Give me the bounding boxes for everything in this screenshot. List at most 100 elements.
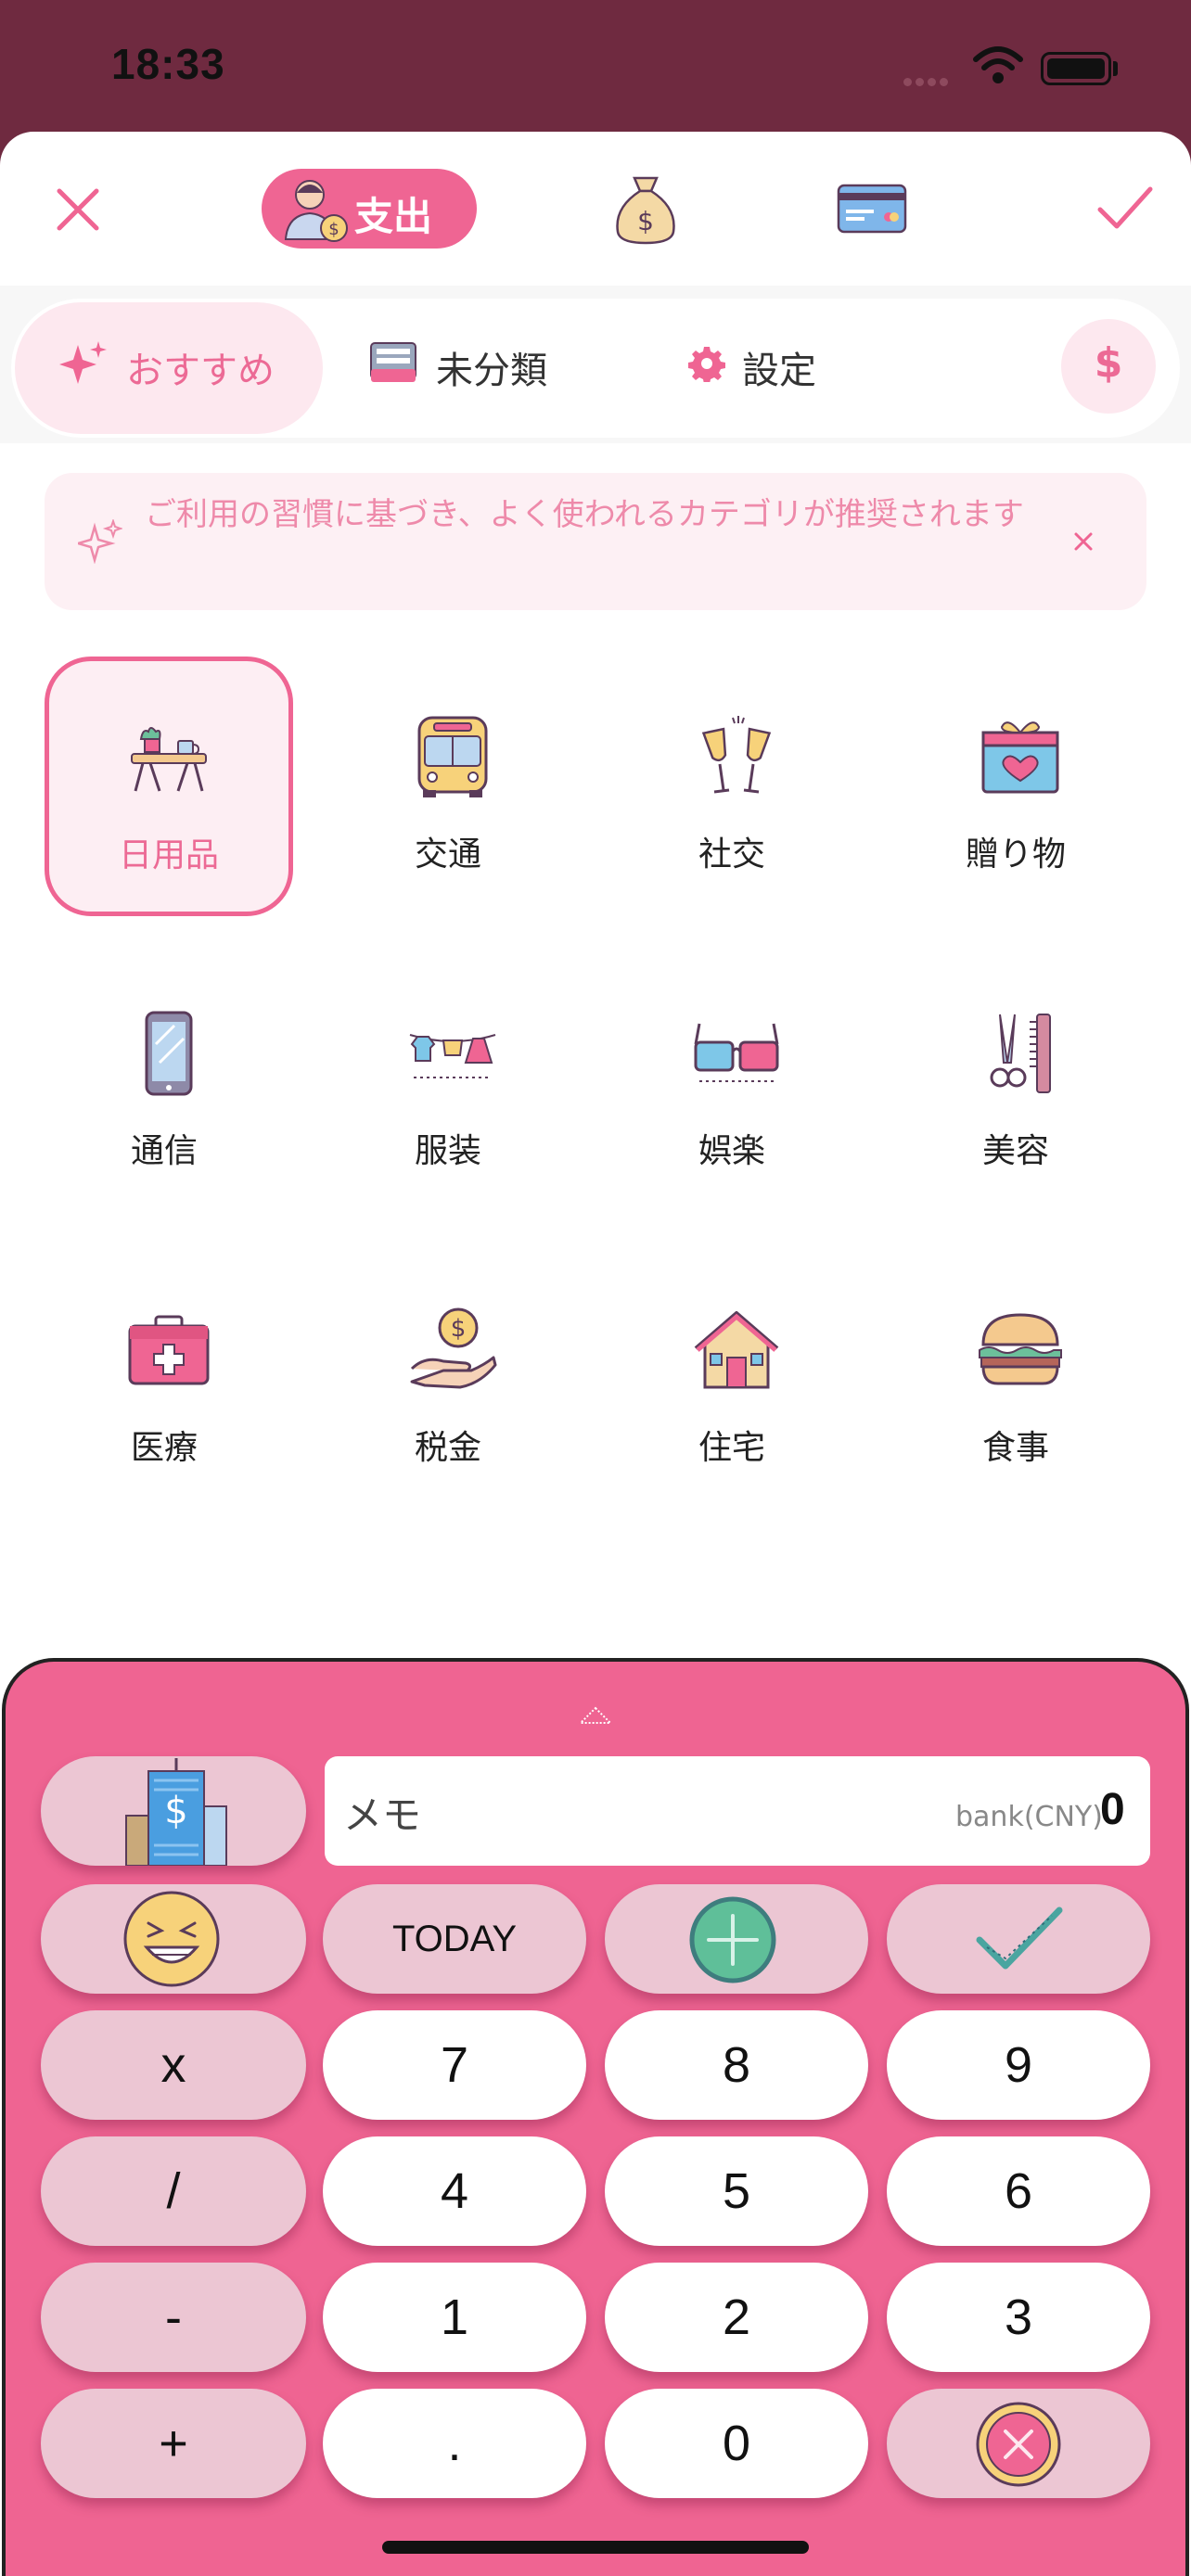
account-button[interactable]: $ [41,1756,306,1866]
chip-uncategorized-label[interactable]: 未分類 [436,340,547,394]
laughing-face-icon [123,1891,220,1987]
key-label: 9 [1004,2037,1033,2093]
svg-text:$: $ [451,1315,467,1343]
plus-key[interactable]: + [41,2389,306,2498]
category-label: 税金 [414,1429,481,1467]
category-beauty[interactable]: 美容 [896,953,1145,1213]
key-1[interactable]: 1 [323,2263,586,2372]
key-label: 2 [722,2289,751,2345]
minus-label: - [165,2289,182,2345]
clear-icon [976,2402,1061,2487]
tab-expense-label: 支出 [354,194,433,239]
delete-key[interactable] [887,2389,1150,2498]
category-housing[interactable]: 住宅 [612,1250,861,1510]
key-label: . [447,2416,462,2471]
clothesline-icon [409,1034,496,1078]
category-label: 美容 [981,1132,1049,1170]
key-label: 4 [440,2163,469,2219]
plus-label: + [159,2416,188,2471]
bus-icon [417,716,488,797]
svg-text:$: $ [328,220,339,239]
key-3[interactable]: 3 [887,2263,1150,2372]
category-label: 通信 [130,1132,198,1170]
category-social[interactable]: 社交 [612,657,861,916]
amount-display: 0 [1100,1785,1125,1834]
category-transport[interactable]: 交通 [328,657,577,916]
burger-icon [979,1313,1062,1385]
divide-key[interactable]: / [41,2136,306,2246]
category-tax[interactable]: $ 税金 [328,1250,577,1510]
category-label: 交通 [414,835,481,874]
decimal-key[interactable]: . [323,2389,586,2498]
key-5[interactable]: 5 [605,2136,868,2246]
category-label: 住宅 [698,1429,765,1467]
first-aid-kit-icon [128,1315,210,1385]
category-gift[interactable]: 贈り物 [896,657,1145,916]
sparkle-icon [78,519,122,564]
key-4[interactable]: 4 [323,2136,586,2246]
key-6[interactable]: 6 [887,2136,1150,2246]
key-9[interactable]: 9 [887,2010,1150,2120]
key-0[interactable]: 0 [605,2389,868,2498]
key-2[interactable]: 2 [605,2263,868,2372]
today-button[interactable]: TODAY [323,1884,586,1994]
key-7[interactable]: 7 [323,2010,586,2120]
emoji-button[interactable] [41,1884,306,1994]
category-daily-goods[interactable]: 日用品 [45,657,293,916]
svg-text:$: $ [164,1790,187,1832]
home-indicator [382,2541,809,2554]
today-label: TODAY [391,1919,518,1959]
account-label: bank(CNY) [955,1801,1103,1833]
add-button[interactable] [605,1884,868,1994]
divide-label: / [166,2163,181,2219]
category-label: 社交 [698,835,765,874]
category-label: 服装 [414,1132,481,1170]
category-label: 日用品 [118,836,219,874]
champagne-glasses-icon [701,716,772,794]
battery-icon [1041,52,1111,85]
checkmark-icon[interactable] [1096,184,1154,232]
inbox-tray-icon[interactable] [367,339,419,386]
chip-recommended-label: おすすめ [126,350,275,392]
key-label: 3 [1004,2289,1033,2345]
category-label: 医療 [130,1429,198,1467]
svg-text:$: $ [637,206,654,236]
key-label: 5 [722,2163,751,2219]
key-label: 6 [1004,2163,1033,2219]
bank-building-icon: $ [125,1758,227,1866]
plus-circle-icon [689,1896,776,1983]
key-8[interactable]: 8 [605,2010,868,2120]
expense-person-icon: $ [284,180,348,242]
chip-settings-label[interactable]: 設定 [742,340,816,394]
credit-card-icon[interactable] [835,180,909,237]
wifi-icon [973,46,1023,83]
close-icon[interactable] [54,185,102,234]
category-medical[interactable]: 医療 [45,1250,293,1510]
category-food[interactable]: 食事 [896,1250,1145,1510]
checkmark-icon [976,1906,1063,1970]
category-clothing[interactable]: 服装 [328,953,577,1213]
key-label: 0 [722,2416,751,2471]
category-communication[interactable]: 通信 [45,953,293,1213]
minus-key[interactable]: - [41,2263,306,2372]
3d-glasses-icon [694,1023,779,1082]
scissors-comb-icon [990,1014,1051,1093]
key-label: 7 [440,2037,469,2093]
category-label: 食事 [981,1429,1049,1467]
multiply-key[interactable]: x [41,2010,306,2120]
status-time: 18:33 [111,40,225,88]
category-label: 贈り物 [965,835,1066,874]
drag-handle-icon[interactable] [577,1706,614,1725]
multiply-label: x [160,2037,186,2093]
sparkle-icon [59,341,107,384]
close-icon[interactable] [1067,525,1100,558]
smartphone-icon [145,1011,193,1096]
money-bag-icon[interactable]: $ [608,171,683,247]
battery-cap [1113,61,1118,76]
category-entertainment[interactable]: 娯楽 [612,953,861,1213]
gear-icon[interactable] [688,345,725,382]
hand-coin-icon: $ [410,1307,497,1389]
key-label: 8 [722,2037,751,2093]
memo-placeholder: メモ [343,1792,422,1838]
confirm-button[interactable] [887,1884,1150,1994]
